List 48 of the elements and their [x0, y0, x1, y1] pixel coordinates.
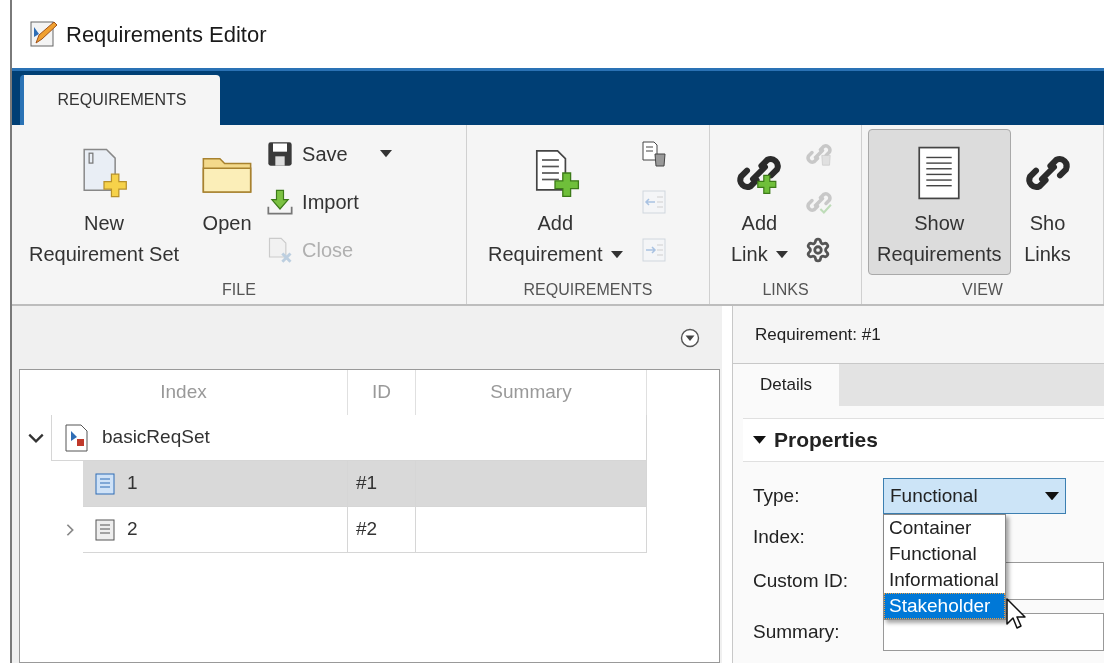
section-header[interactable]: Properties [743, 418, 1104, 462]
ribbon-tab[interactable]: REQUIREMENTS [20, 75, 220, 125]
dropdown-caret-icon [1045, 491, 1059, 501]
expanded-caret-icon [753, 436, 766, 444]
tree-row[interactable]: 1 #1 [83, 461, 647, 507]
tree-row[interactable]: 2 #2 [83, 507, 647, 553]
dropdown-option[interactable]: Functional [884, 541, 1005, 567]
ribbon-button[interactable]: Import [266, 185, 392, 219]
toggle-button[interactable]: Show Requirements [868, 129, 1011, 275]
toggle-button[interactable]: Sho Links [1014, 129, 1081, 275]
group-label: VIEW [961, 280, 1004, 300]
ribbon-button[interactable]: Add Requirement [479, 129, 632, 275]
panel-header: Requirement: #1 [755, 323, 881, 346]
index-cell-text: basicReqSet [102, 425, 210, 450]
dropdown-caret-icon [379, 150, 392, 158]
ribbon-button[interactable]: New Requirement Set [20, 129, 189, 275]
field-label: Type: [753, 483, 801, 508]
import-icon [266, 188, 295, 216]
field-label: Summary: [753, 619, 841, 644]
ribbon-button[interactable]: Add Link [722, 129, 797, 275]
id-cell-text: #1 [356, 471, 378, 496]
group-label: REQUIREMENTS [522, 280, 654, 300]
settings-icon[interactable] [804, 237, 831, 263]
group-label: FILE [221, 280, 257, 300]
window-title: Requirements Editor [66, 20, 267, 49]
dropdown-option[interactable]: Stakeholder [884, 593, 1005, 619]
dropdown-option[interactable]: Informational [884, 567, 1005, 593]
id-cell-text: #2 [356, 517, 378, 542]
requirement-set-icon [64, 423, 90, 452]
group-label: LINKS [761, 280, 810, 300]
requirement-icon [95, 472, 115, 495]
ribbon-button[interactable]: Open [192, 129, 263, 244]
dropdown-caret-icon [775, 250, 788, 259]
app-icon [28, 19, 58, 49]
field-label: Custom ID: [753, 568, 850, 593]
ribbon-button[interactable]: Save [266, 137, 392, 171]
dropdown-caret-icon [610, 250, 623, 259]
panel-tab[interactable]: Details [733, 364, 839, 406]
requirement-icon [95, 518, 115, 541]
type-dropdown[interactable]: Functional [883, 478, 1066, 514]
close-file-icon [266, 236, 295, 264]
field-label: Index: [753, 524, 806, 549]
delete-requirement-icon[interactable] [639, 140, 668, 168]
index-cell-text: 2 [127, 517, 138, 542]
collapse-menu-icon[interactable] [680, 327, 700, 348]
index-cell-text: 1 [127, 471, 138, 496]
tree-row[interactable]: basicReqSet [51, 415, 647, 461]
dropdown-option[interactable]: Container [884, 515, 1005, 541]
